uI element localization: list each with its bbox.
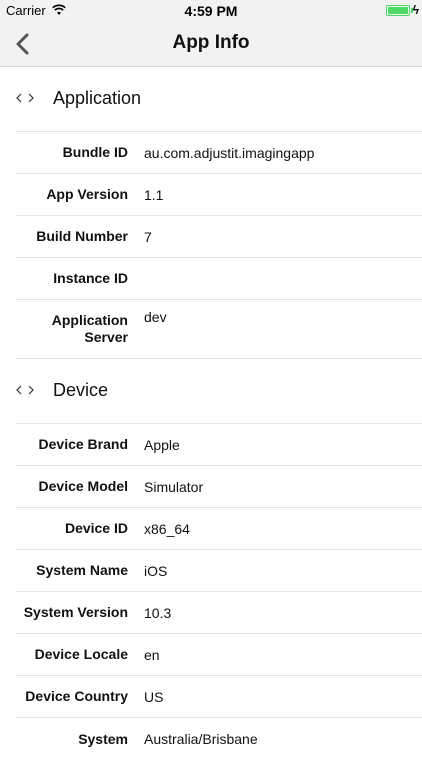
row-label: Device Locale xyxy=(34,646,128,662)
row-label: Bundle ID xyxy=(62,144,128,160)
navigation-bar: App Info xyxy=(0,22,422,67)
row-label: App Version xyxy=(46,186,128,202)
section-title: Application xyxy=(53,88,142,108)
code-icon xyxy=(16,385,34,395)
code-icon xyxy=(16,93,34,103)
row-value: 1.1 xyxy=(144,186,164,203)
info-row-system-timezone: System Australia/Brisbane xyxy=(16,718,422,760)
row-label: Application Server xyxy=(51,312,128,345)
info-row-device-model: Device Model Simulator xyxy=(16,466,422,508)
row-label: System xyxy=(78,730,128,747)
status-time: 4:59 PM xyxy=(184,3,238,19)
row-label: Device ID xyxy=(64,520,128,536)
status-bar: Carrier 4:59 PM ϟ xyxy=(0,0,422,22)
row-value: au.com.adjustit.imagingapp xyxy=(144,144,315,161)
row-value: Simulator xyxy=(144,478,204,495)
row-label: System Version xyxy=(23,604,128,620)
row-value: US xyxy=(144,688,164,705)
row-value: 7 xyxy=(144,228,152,245)
info-row-application-server: Application Server dev xyxy=(16,300,422,359)
row-value: en xyxy=(144,646,160,663)
info-row-device-brand: Device Brand Apple xyxy=(16,424,422,466)
info-row-build-number: Build Number 7 xyxy=(16,216,422,258)
row-label: Device Model xyxy=(38,478,128,494)
row-value: Australia/Brisbane xyxy=(144,731,258,747)
info-row-system-name: System Name iOS xyxy=(16,550,422,592)
info-row-app-version: App Version 1.1 xyxy=(16,174,422,216)
row-label: Device Brand xyxy=(38,436,128,452)
row-label: Instance ID xyxy=(53,270,128,286)
info-row-system-version: System Version 10.3 xyxy=(16,592,422,634)
info-row-device-locale: Device Locale en xyxy=(16,634,422,676)
battery-charging-icon xyxy=(386,5,410,16)
row-label: Device Country xyxy=(25,688,128,704)
row-label: Build Number xyxy=(36,228,128,244)
row-value: Apple xyxy=(144,436,180,453)
page-title: App Info xyxy=(172,32,250,53)
application-section: Bundle ID au.com.adjustit.imagingapp App… xyxy=(16,132,422,359)
row-label: System Name xyxy=(36,562,128,578)
row-value: x86_64 xyxy=(144,520,190,537)
info-row-device-id: Device ID x86_64 xyxy=(16,508,422,550)
row-value: iOS xyxy=(144,562,168,579)
section-header-device: Device xyxy=(16,359,422,424)
section-title: Device xyxy=(53,380,109,400)
charging-bolt-icon: ϟ xyxy=(412,3,419,17)
info-row-instance-id: Instance ID xyxy=(16,258,422,300)
section-header-application: Application xyxy=(16,67,422,132)
info-row-bundle-id: Bundle ID au.com.adjustit.imagingapp xyxy=(16,132,422,174)
row-value: dev xyxy=(144,309,167,325)
device-section: Device Brand Apple Device Model Simulato… xyxy=(16,424,422,760)
info-row-device-country: Device Country US xyxy=(16,676,422,718)
row-value: 10.3 xyxy=(144,604,172,621)
